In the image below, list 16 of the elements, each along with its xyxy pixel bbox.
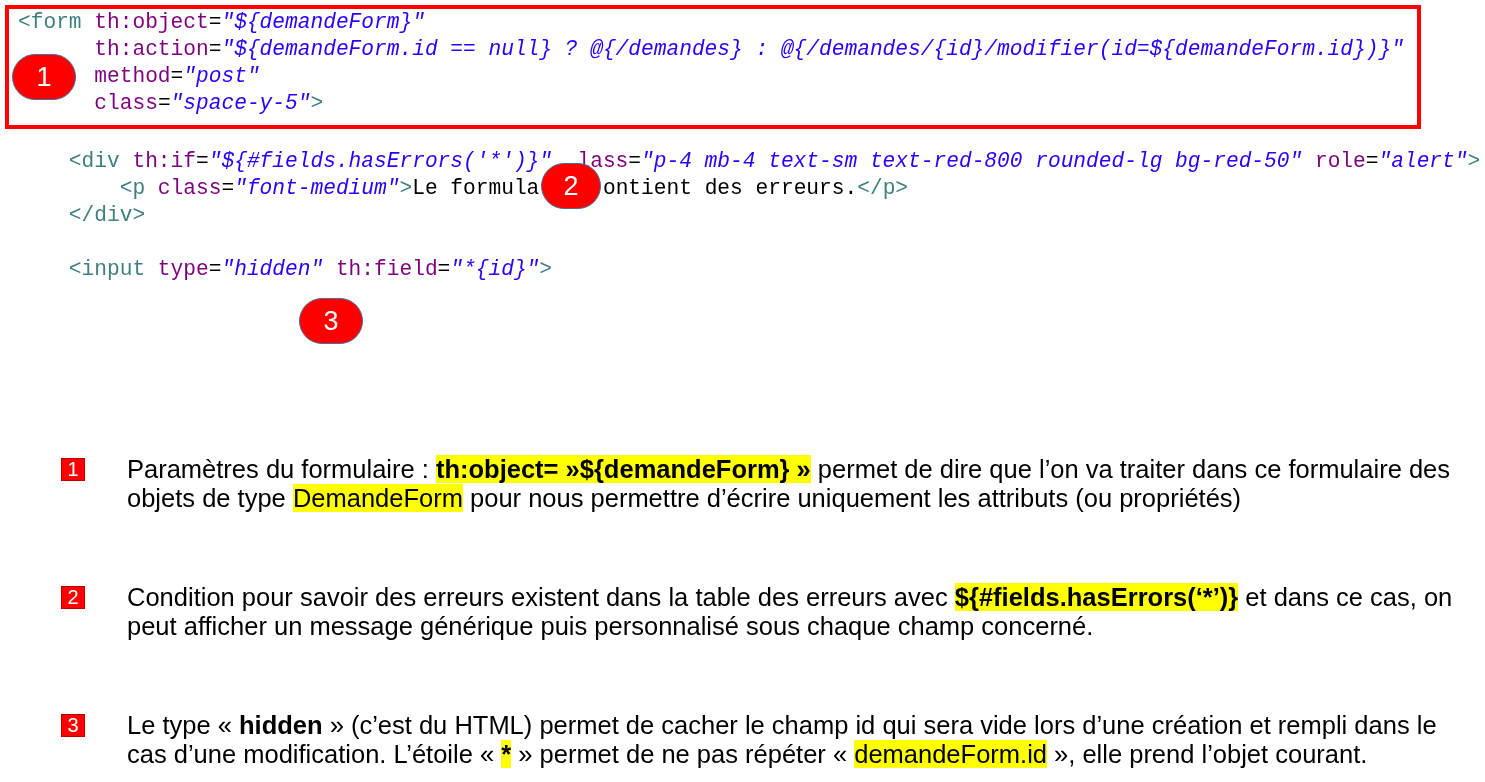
code-line: th:action="${demandeForm.id == null} ? @{/demandes} : @{/demandes/{id}/modifier(id=${demandeForm.id})}": [94, 36, 1404, 63]
code-line: <input type="hidden" th:field="*{id}">: [68, 256, 553, 283]
code-line: ontient des erreurs.</p>: [602, 175, 909, 202]
note-paragraph: Condition pour savoir des erreurs existent dans la table des erreurs avec ${#fields.hasErrors(‘*’)} et dans ce cas, on peut afficher un message générique puis personnalisé sous chaque champ concerné.: [127, 583, 1453, 641]
code-line: method="post": [94, 63, 260, 90]
note-paragraph: Le type « hidden » (c’est du HTML) permet de cacher le champ id qui sera vide lors d’une création et rempli dans le cas d’une modification. L’étoile « * » permet de ne pas répéter « demandeForm.id », elle prend l’objet courant.: [127, 711, 1438, 769]
number-badge: 1: [61, 458, 85, 481]
code-line: <form th:object="${demandeForm}": [18, 9, 425, 36]
note-paragraph: Paramètres du formulaire : th:object= »${demandeForm} » permet de dire que l’on va traiter dans ce formulaire des objets de type DemandeForm pour nous permettre d’écrire uniquement les attributs (ou propriétés): [127, 455, 1451, 513]
callout-marker: 3: [299, 298, 363, 344]
code-line: class="space-y-5">: [94, 90, 324, 117]
code-line: <p class="font-medium">Le formula: [119, 175, 540, 202]
code-line: </div>: [68, 202, 146, 229]
callout-marker: 1: [12, 54, 76, 100]
number-badge: 2: [61, 586, 85, 609]
number-badge: 3: [61, 714, 85, 737]
